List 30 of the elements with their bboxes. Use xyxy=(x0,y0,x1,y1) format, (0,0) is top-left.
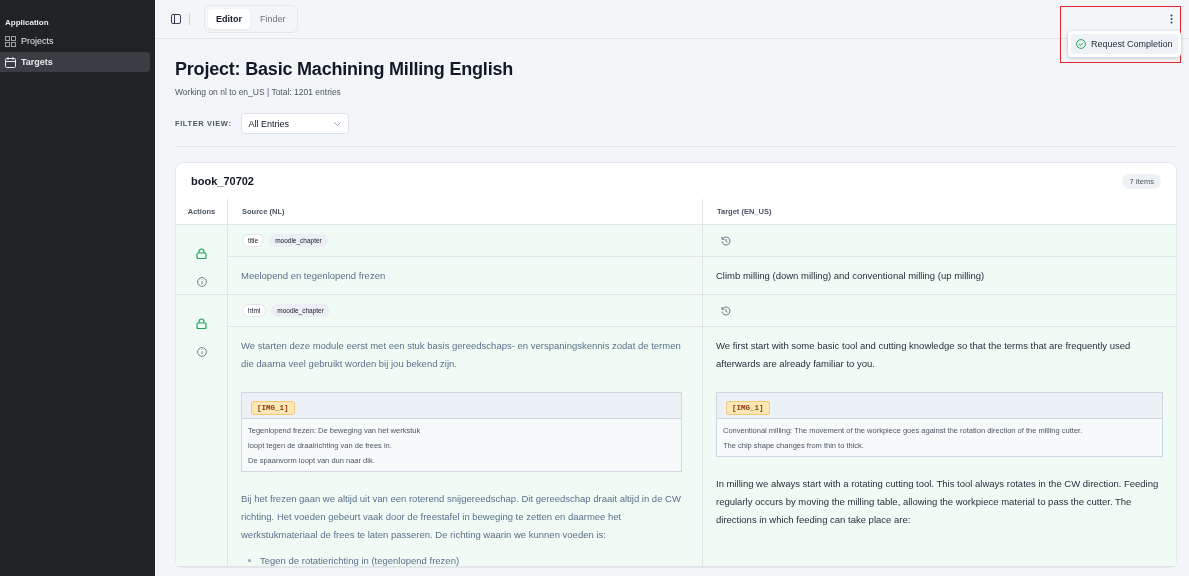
sidebar-item[interactable]: Projects xyxy=(0,31,150,51)
sidebar-toggle-icon[interactable] xyxy=(171,14,181,24)
sidebar-item[interactable]: Targets xyxy=(0,52,150,72)
bullet-icon xyxy=(248,559,251,562)
check-circle-icon xyxy=(1076,39,1086,49)
page-title: Project: Basic Machining Milling English xyxy=(175,59,515,80)
list-item-text: Tegen de rotatierichting in (tegenlopend frezen) xyxy=(260,555,460,566)
grid-icon xyxy=(5,35,16,47)
lock-icon[interactable] xyxy=(196,248,207,259)
more-menu-icon[interactable] xyxy=(1170,14,1173,24)
paragraph-text: We starten deze module eerst met een stuk basis gereedschaps- en verspaningskennis zodat de termen die daarna veel gebruikt worden bij jou bekend zijn. xyxy=(241,339,682,371)
info-icon[interactable] xyxy=(196,347,207,357)
paragraph-text: Climb milling (down milling) and conventional milling (up milling) xyxy=(716,269,986,283)
info-icon[interactable] xyxy=(196,277,207,287)
chevron-down-icon xyxy=(333,121,341,126)
card-title: book_70702 xyxy=(191,175,254,187)
paragraph-text: Meelopend en tegenlopend frezen xyxy=(241,269,387,283)
section-label: Application xyxy=(4,17,50,29)
filter-dropdown[interactable]: All Entries xyxy=(240,113,349,134)
view-tab[interactable]: Finder xyxy=(252,9,294,29)
paragraph-text: In milling we always start with a rotating cutting tool. This tool always rotates in the CW direction. Feeding regularly occurs by moving the milling table, allowing the workpiece material to pass the cutter. The directions in which feeding can take place are: xyxy=(716,477,1160,527)
paragraph-text: Bij het frezen gaan we altijd uit van een roterend snijgereedschap. Dit gereedschap draait altijd in de CW richting. Het voeden gebeurt vaak door de freestafel in beweging te zetten en daarmee het werkstukmateriaal de frees te laten passeren. De richting waarin we kunnen voeden is: xyxy=(241,492,682,542)
calendar-icon xyxy=(5,56,16,68)
lock-icon[interactable] xyxy=(196,318,207,329)
history-icon[interactable] xyxy=(721,235,731,246)
paragraph-text: We first start with some basic tool and cutting knowledge so that the terms that are frequently used afterwards are already familiar to you. xyxy=(716,339,1132,371)
project-subtitle: Working on nl to en_US | Total: 1201 entries xyxy=(175,87,342,97)
view-tab[interactable]: Editor xyxy=(208,9,250,29)
history-icon[interactable] xyxy=(721,305,731,316)
menu-item[interactable]: Request Completion xyxy=(1071,34,1178,54)
